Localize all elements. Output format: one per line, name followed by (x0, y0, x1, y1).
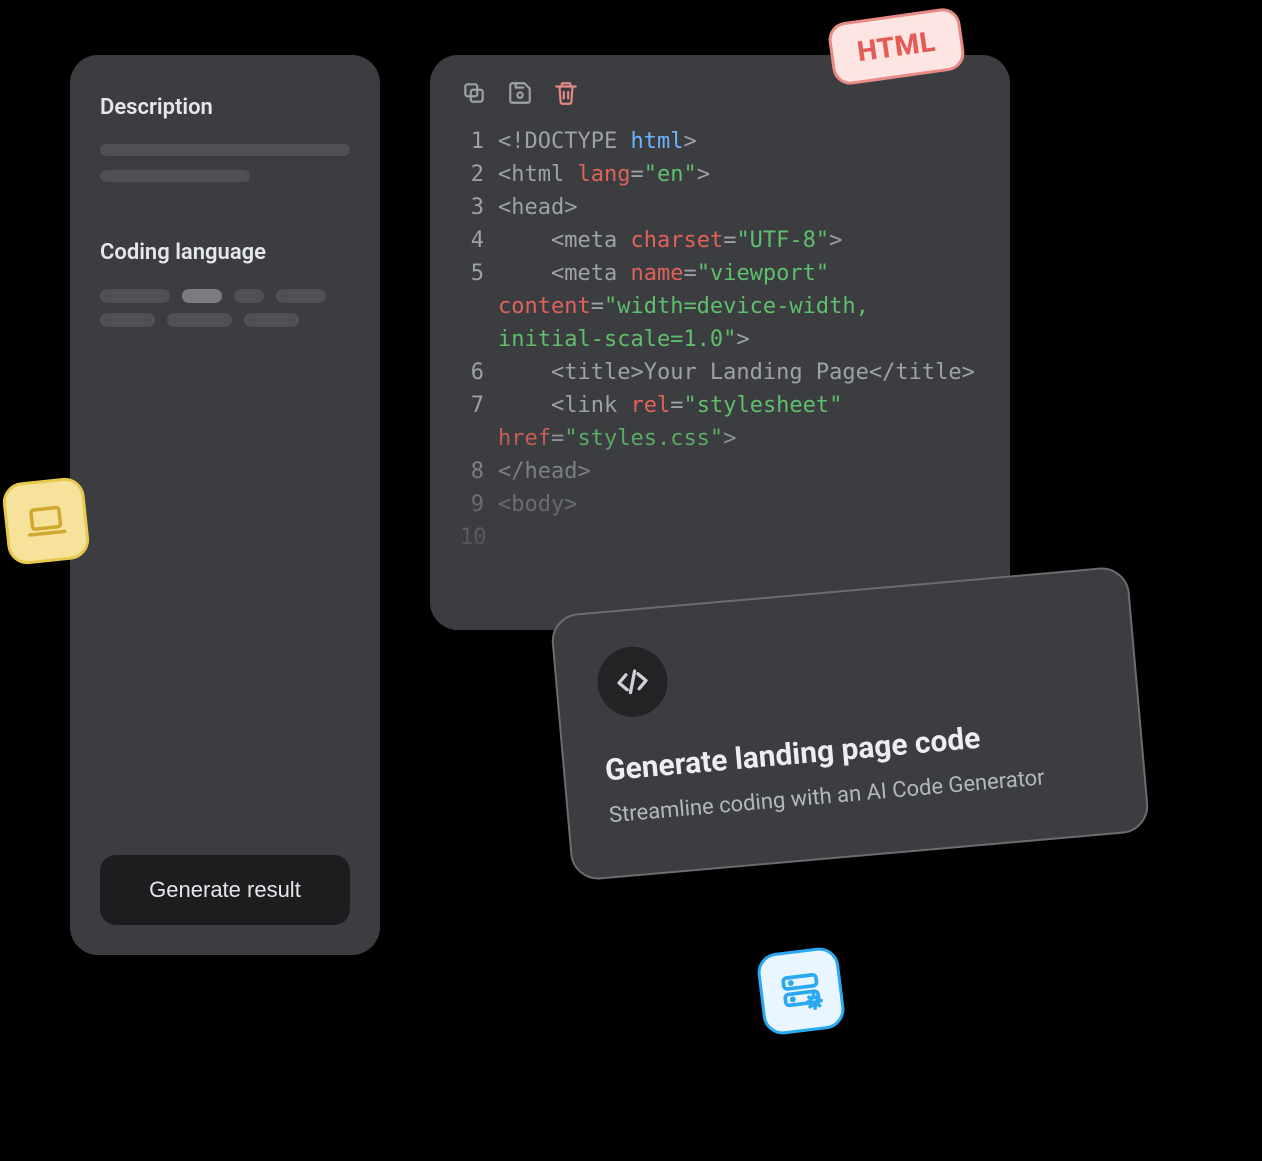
line-number: 7 (460, 389, 498, 455)
language-chips-row2 (100, 313, 350, 327)
language-chip-active[interactable] (182, 289, 222, 303)
code-line: 3<head> (460, 191, 980, 224)
line-number: 9 (460, 488, 498, 521)
code-line: 9<body> (460, 488, 980, 521)
code-content: <body> (498, 488, 980, 521)
code-line: 8</head> (460, 455, 980, 488)
code-content: <meta name="viewport" content="width=dev… (498, 257, 980, 356)
code-toolbar (460, 79, 980, 107)
line-number: 6 (460, 356, 498, 389)
code-content: <head> (498, 191, 980, 224)
code-line: 1<!DOCTYPE html> (460, 125, 980, 158)
code-line: 5 <meta name="viewport" content="width=d… (460, 257, 980, 356)
code-content: <meta charset="UTF-8"> (498, 224, 980, 257)
language-chip[interactable] (167, 313, 232, 327)
code-content: <title>Your Landing Page</title> (498, 356, 980, 389)
language-chip[interactable] (100, 289, 170, 303)
code-content: </head> (498, 455, 980, 488)
code-panel: 1<!DOCTYPE html>2<html lang="en">3<head>… (430, 55, 1010, 630)
code-editor[interactable]: 1<!DOCTYPE html>2<html lang="en">3<head>… (460, 125, 980, 554)
code-content: <link rel="stylesheet" href="styles.css"… (498, 389, 980, 455)
code-icon-circle (595, 644, 671, 720)
input-panel: Description Coding language Generate res… (70, 55, 380, 955)
language-chips (100, 289, 350, 303)
server-gear-icon (776, 966, 825, 1015)
code-line: 4 <meta charset="UTF-8"> (460, 224, 980, 257)
line-number: 10 (460, 521, 498, 554)
feature-card: Generate landing page code Streamline co… (549, 565, 1150, 881)
generate-button[interactable]: Generate result (100, 855, 350, 925)
code-icon (613, 662, 652, 701)
line-number: 3 (460, 191, 498, 224)
code-line: 2<html lang="en"> (460, 158, 980, 191)
language-chip[interactable] (244, 313, 299, 327)
code-content: <!DOCTYPE html> (498, 125, 980, 158)
save-icon[interactable] (506, 79, 534, 107)
line-number: 1 (460, 125, 498, 158)
line-number: 5 (460, 257, 498, 356)
language-chip[interactable] (276, 289, 326, 303)
code-content (498, 521, 980, 554)
line-number: 2 (460, 158, 498, 191)
description-label: Description (100, 95, 350, 120)
language-chip[interactable] (234, 289, 264, 303)
code-line: 6 <title>Your Landing Page</title> (460, 356, 980, 389)
language-chip[interactable] (100, 313, 155, 327)
code-content: <html lang="en"> (498, 158, 980, 191)
laptop-icon (23, 498, 69, 544)
trash-icon[interactable] (552, 79, 580, 107)
description-placeholder (100, 144, 350, 196)
copy-icon[interactable] (460, 79, 488, 107)
language-label: Coding language (100, 240, 350, 265)
line-number: 4 (460, 224, 498, 257)
server-badge (755, 945, 846, 1036)
line-number: 8 (460, 455, 498, 488)
code-line: 7 <link rel="stylesheet" href="styles.cs… (460, 389, 980, 455)
laptop-badge (1, 476, 91, 566)
code-line: 10 (460, 521, 980, 554)
